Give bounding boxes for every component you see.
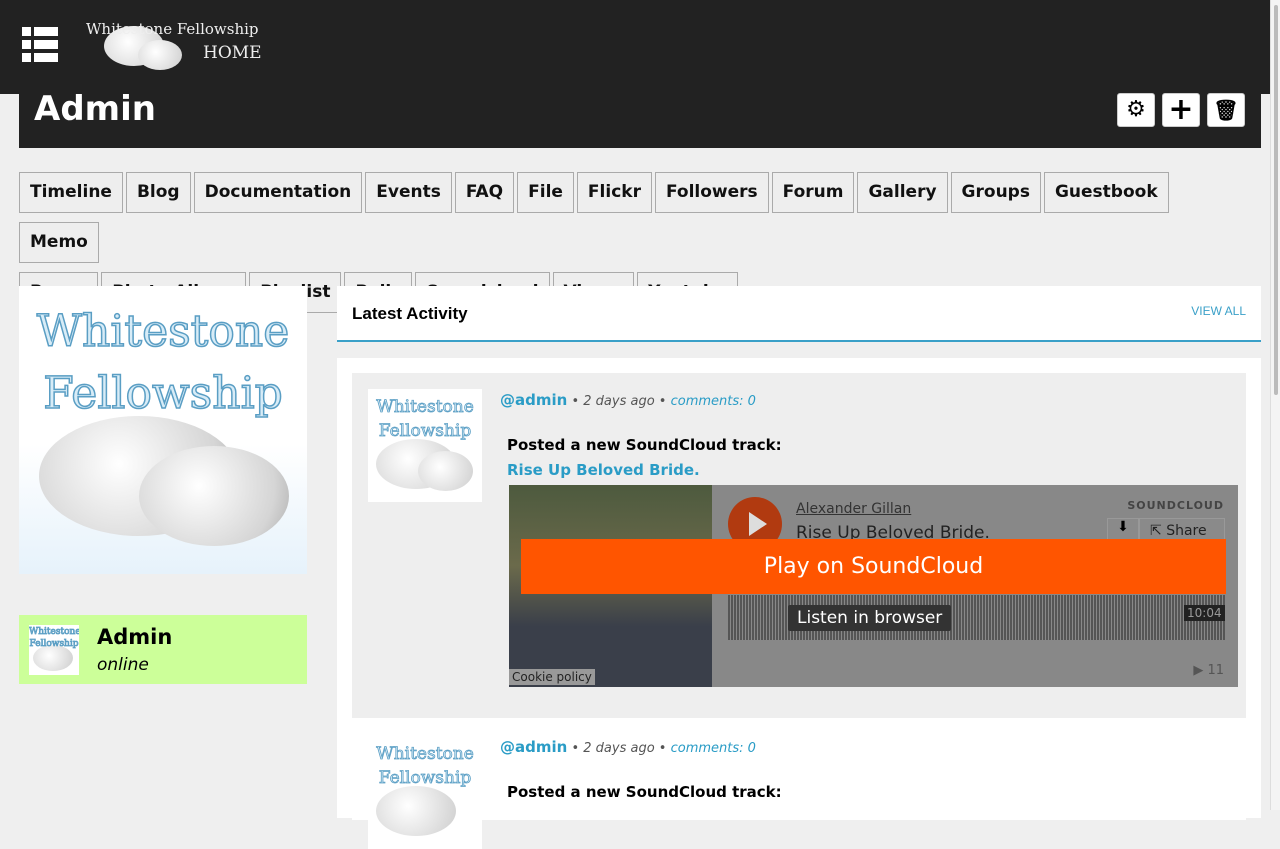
tab-timeline[interactable]: Timeline	[19, 172, 123, 213]
artist-link[interactable]: Alexander Gillan	[796, 501, 911, 517]
tab-blog[interactable]: Blog	[125, 172, 191, 213]
add-button[interactable]: +	[1162, 93, 1200, 127]
share-icon: ⇱	[1150, 523, 1167, 539]
tab-groups[interactable]: Groups	[950, 172, 1041, 213]
comments-link[interactable]: comments: 0	[671, 394, 756, 409]
activity-item: Whitestone Fellowship @admin • 2 days ag…	[352, 720, 1246, 849]
image-text: Fellowship	[42, 367, 283, 420]
image-text: Whitestone	[36, 305, 290, 358]
activity-title: Latest Activity	[352, 304, 468, 323]
plus-icon: +	[1168, 92, 1194, 127]
view-all-link[interactable]: VIEW ALL	[1191, 304, 1246, 318]
tab-file[interactable]: File	[517, 172, 574, 213]
track-link[interactable]: Rise Up Beloved Bride.	[507, 461, 700, 479]
play-on-soundcloud-button[interactable]: Play on SoundCloud	[521, 539, 1226, 594]
tab-events[interactable]: Events	[365, 172, 452, 213]
tab-faq[interactable]: FAQ	[454, 172, 515, 213]
soundcloud-logo[interactable]: SOUNDCLOUD	[1127, 499, 1224, 512]
scrollbar[interactable]	[1270, 0, 1280, 810]
tab-memo[interactable]: Memo	[19, 222, 99, 263]
tab-documentation[interactable]: Documentation	[193, 172, 363, 213]
delete-button[interactable]: 🗑	[1207, 93, 1245, 127]
listen-in-browser-button[interactable]: Listen in browser	[788, 605, 952, 631]
user-name: Admin	[97, 625, 173, 649]
soundcloud-player: Alexander Gillan Rise Up Beloved Bride. …	[509, 485, 1238, 687]
user-link[interactable]: @admin	[500, 391, 567, 409]
avatar[interactable]: Whitestone Fellowship	[368, 736, 482, 849]
page-title: Admin	[34, 89, 156, 129]
top-nav: Whitestone Fellowship HOME	[0, 0, 1270, 94]
tab-followers[interactable]: Followers	[654, 172, 769, 213]
activity-item: Whitestone Fellowship @admin • 2 days ag…	[352, 373, 1246, 718]
activity-text: Posted a new SoundCloud track:	[507, 436, 782, 454]
user-status: online	[97, 655, 149, 675]
activity-text: Posted a new SoundCloud track:	[507, 783, 782, 801]
user-card[interactable]: Whitestone Fellowship Admin online	[19, 615, 307, 684]
tab-forum[interactable]: Forum	[771, 172, 855, 213]
menu-icon[interactable]	[22, 27, 58, 63]
gear-icon: ⚙	[1126, 97, 1146, 122]
profile-cover-image: Whitestone Fellowship	[19, 286, 307, 574]
tab-flickr[interactable]: Flickr	[576, 172, 652, 213]
home-link[interactable]: HOME	[203, 43, 262, 63]
logo-text: Whitestone Fellowship	[86, 20, 259, 38]
cookie-policy-link[interactable]: Cookie policy	[509, 669, 595, 685]
tab-gallery[interactable]: Gallery	[857, 172, 948, 213]
settings-button[interactable]: ⚙	[1117, 93, 1155, 127]
page-header: Admin ⚙ + 🗑	[19, 89, 1261, 148]
tab-guestbook[interactable]: Guestbook	[1043, 172, 1169, 213]
play-count: ▶ 11	[1193, 663, 1224, 678]
comments-link[interactable]: comments: 0	[671, 741, 756, 756]
timestamp: • 2 days ago •	[571, 741, 667, 756]
user-link[interactable]: @admin	[500, 738, 567, 756]
home-logo[interactable]: Whitestone Fellowship HOME	[86, 18, 276, 73]
activity-header: Latest Activity VIEW ALL	[337, 286, 1261, 342]
duration: 10:04	[1184, 605, 1225, 621]
download-icon: ⬇	[1117, 519, 1129, 535]
avatar[interactable]: Whitestone Fellowship	[368, 389, 482, 502]
trash-icon: 🗑	[1213, 98, 1239, 122]
timestamp: • 2 days ago •	[571, 394, 667, 409]
avatar: Whitestone Fellowship	[29, 625, 79, 675]
